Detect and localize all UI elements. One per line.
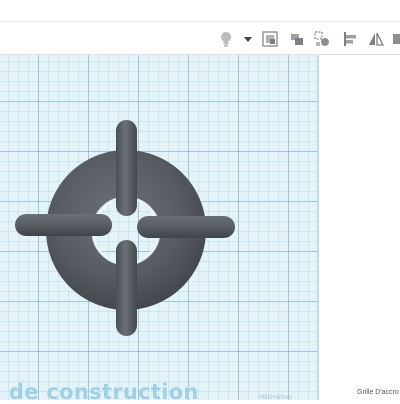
crosshair-bar-left[interactable] — [15, 214, 112, 236]
top-strip — [0, 0, 400, 22]
view-box-icon[interactable] — [260, 28, 280, 50]
shapes-group-icon[interactable] — [287, 28, 307, 50]
hole-shapes-icon[interactable] — [312, 28, 332, 50]
crosshair-bar-bottom[interactable] — [116, 240, 137, 336]
toolbar — [0, 0, 400, 55]
light-bulb-icon[interactable] — [216, 28, 236, 50]
properties-panel — [319, 55, 400, 400]
align-icon[interactable] — [340, 28, 360, 50]
snap-grid-label[interactable]: Grille D'accro — [357, 389, 399, 396]
toolbar-divider — [0, 21, 400, 22]
mirror-icon[interactable] — [366, 28, 386, 50]
crosshair-bar-top[interactable] — [116, 120, 137, 216]
workplane-label: u de construction — [0, 380, 199, 404]
crosshair-bar-right[interactable] — [137, 216, 235, 238]
group-icon[interactable] — [390, 28, 400, 50]
dropdown-arrow-icon[interactable] — [243, 28, 253, 50]
